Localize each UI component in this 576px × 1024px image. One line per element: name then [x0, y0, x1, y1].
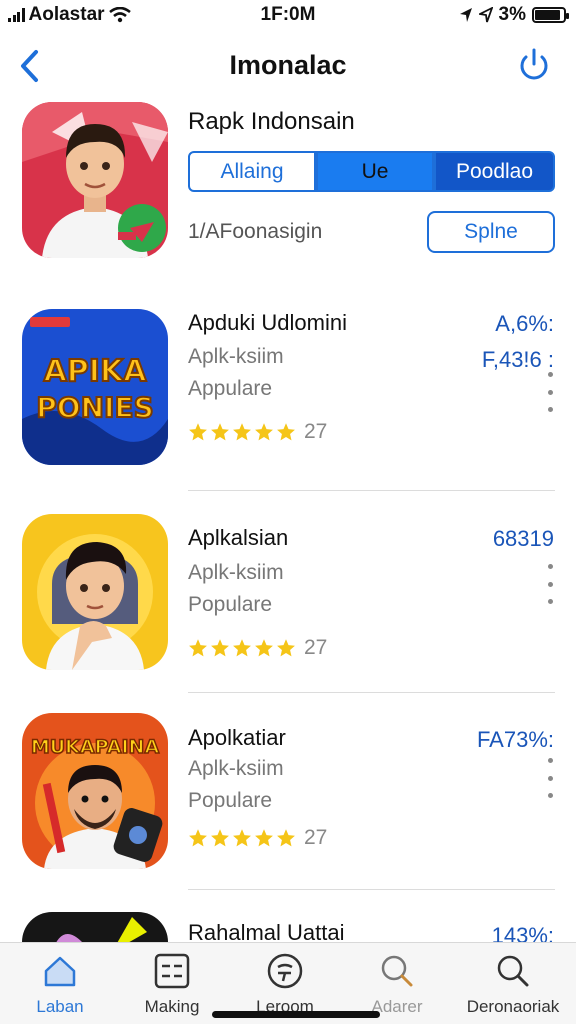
battery-percent: 3%: [498, 4, 526, 25]
tab-making[interactable]: Making: [117, 951, 227, 1017]
icon-title-line2: PONIES: [36, 391, 153, 424]
location-arrow-icon: [478, 7, 493, 23]
star-icon: [233, 639, 251, 657]
battery-icon: [532, 7, 569, 23]
star-icon: [189, 829, 207, 847]
rating-count: 27: [304, 826, 328, 849]
featured-app-name: Rapk Indonsain: [188, 108, 355, 135]
star-icon: [255, 423, 273, 441]
grid-icon: [154, 953, 190, 989]
tab-leroom[interactable]: Leroom: [230, 951, 340, 1017]
star-icon: [255, 829, 273, 847]
home-indicator: [212, 1011, 380, 1018]
status-right: 3%: [459, 4, 569, 26]
featured-app-icon[interactable]: [22, 102, 168, 258]
app-popularity: Appulare: [188, 377, 273, 400]
tab-adarer[interactable]: Adarer: [342, 951, 452, 1017]
rating-stars: 27: [188, 636, 327, 660]
star-icon: [211, 423, 229, 441]
search-icon: [497, 955, 529, 987]
star-icon: [255, 639, 273, 657]
app-category: Aplk-ksiim: [188, 561, 284, 584]
app-name: Aplkalsian: [188, 525, 289, 550]
star-icon: [233, 829, 251, 847]
nav-bar: Imonalac: [0, 36, 576, 96]
divider: [188, 889, 555, 890]
more-options-icon[interactable]: [546, 372, 554, 412]
segment-poodlao[interactable]: Poodlao: [434, 151, 555, 192]
tab-label: Laban: [36, 997, 84, 1016]
star-icon: [233, 423, 251, 441]
divider: [188, 490, 555, 491]
avatar-boy-icon: [22, 102, 168, 258]
power-icon[interactable]: [514, 46, 554, 86]
featured-subtitle: 1/AFoonasigin: [188, 220, 323, 243]
status-bar: Aolastar 1F:0M 3%: [0, 0, 576, 30]
app-value: 68319: [492, 526, 554, 551]
tab-deronaoriak[interactable]: Deronaoriak: [458, 951, 568, 1017]
location-arrow-icon: [459, 8, 472, 22]
game-logo-icon: APIKA PONIES: [22, 309, 168, 465]
app-name: Apduki Udlomini: [188, 310, 347, 335]
star-icon: [189, 639, 207, 657]
page-title: Imonalac: [229, 50, 347, 80]
battery-fill: [535, 10, 561, 20]
tab-label: Making: [144, 997, 200, 1016]
app-value: A,6%:: [495, 311, 554, 336]
app-icon-aplkalsian[interactable]: [22, 514, 168, 670]
star-icon: [277, 639, 295, 657]
app-popularity: Populare: [188, 593, 273, 616]
app-popularity: Populare: [188, 789, 273, 812]
more-options-icon[interactable]: [546, 758, 554, 798]
rating-count: 27: [304, 420, 328, 443]
segment-allaing[interactable]: Allaing: [188, 151, 316, 192]
clock-icon: [267, 953, 303, 989]
home-icon: [44, 956, 76, 987]
app-icon-apika[interactable]: APIKA PONIES: [22, 309, 168, 465]
avatar-thinking-icon: [22, 514, 168, 670]
avatar-phone-icon: MUKAPAINA: [22, 713, 168, 869]
app-category: Aplk-ksiim: [188, 757, 284, 780]
icon-title-line1: APIKA: [44, 354, 148, 389]
rating-stars: 27: [188, 826, 327, 850]
app-icon-mukapaina[interactable]: MUKAPAINA: [22, 713, 168, 869]
app-value-secondary: F,43!6 :: [481, 347, 554, 372]
search-icon: [381, 955, 413, 987]
star-icon: [277, 423, 295, 441]
rating-stars: 27: [188, 420, 327, 444]
divider: [188, 692, 555, 693]
app-value: FA73%:: [476, 727, 554, 752]
star-icon: [211, 639, 229, 657]
segment-ue[interactable]: Ue: [316, 151, 434, 192]
app-name: Apolkatiar: [188, 725, 286, 750]
star-icon: [277, 829, 295, 847]
rating-count: 27: [304, 636, 328, 659]
tab-laban[interactable]: Laban: [5, 951, 115, 1017]
app-category: Aplk-ksiim: [188, 345, 284, 368]
splne-button[interactable]: Splne: [427, 211, 555, 253]
more-options-icon[interactable]: [546, 564, 554, 604]
star-icon: [211, 829, 229, 847]
star-icon: [189, 423, 207, 441]
tab-label: Deronaoriak: [466, 997, 560, 1016]
icon-title: MUKAPAINA: [31, 736, 160, 758]
